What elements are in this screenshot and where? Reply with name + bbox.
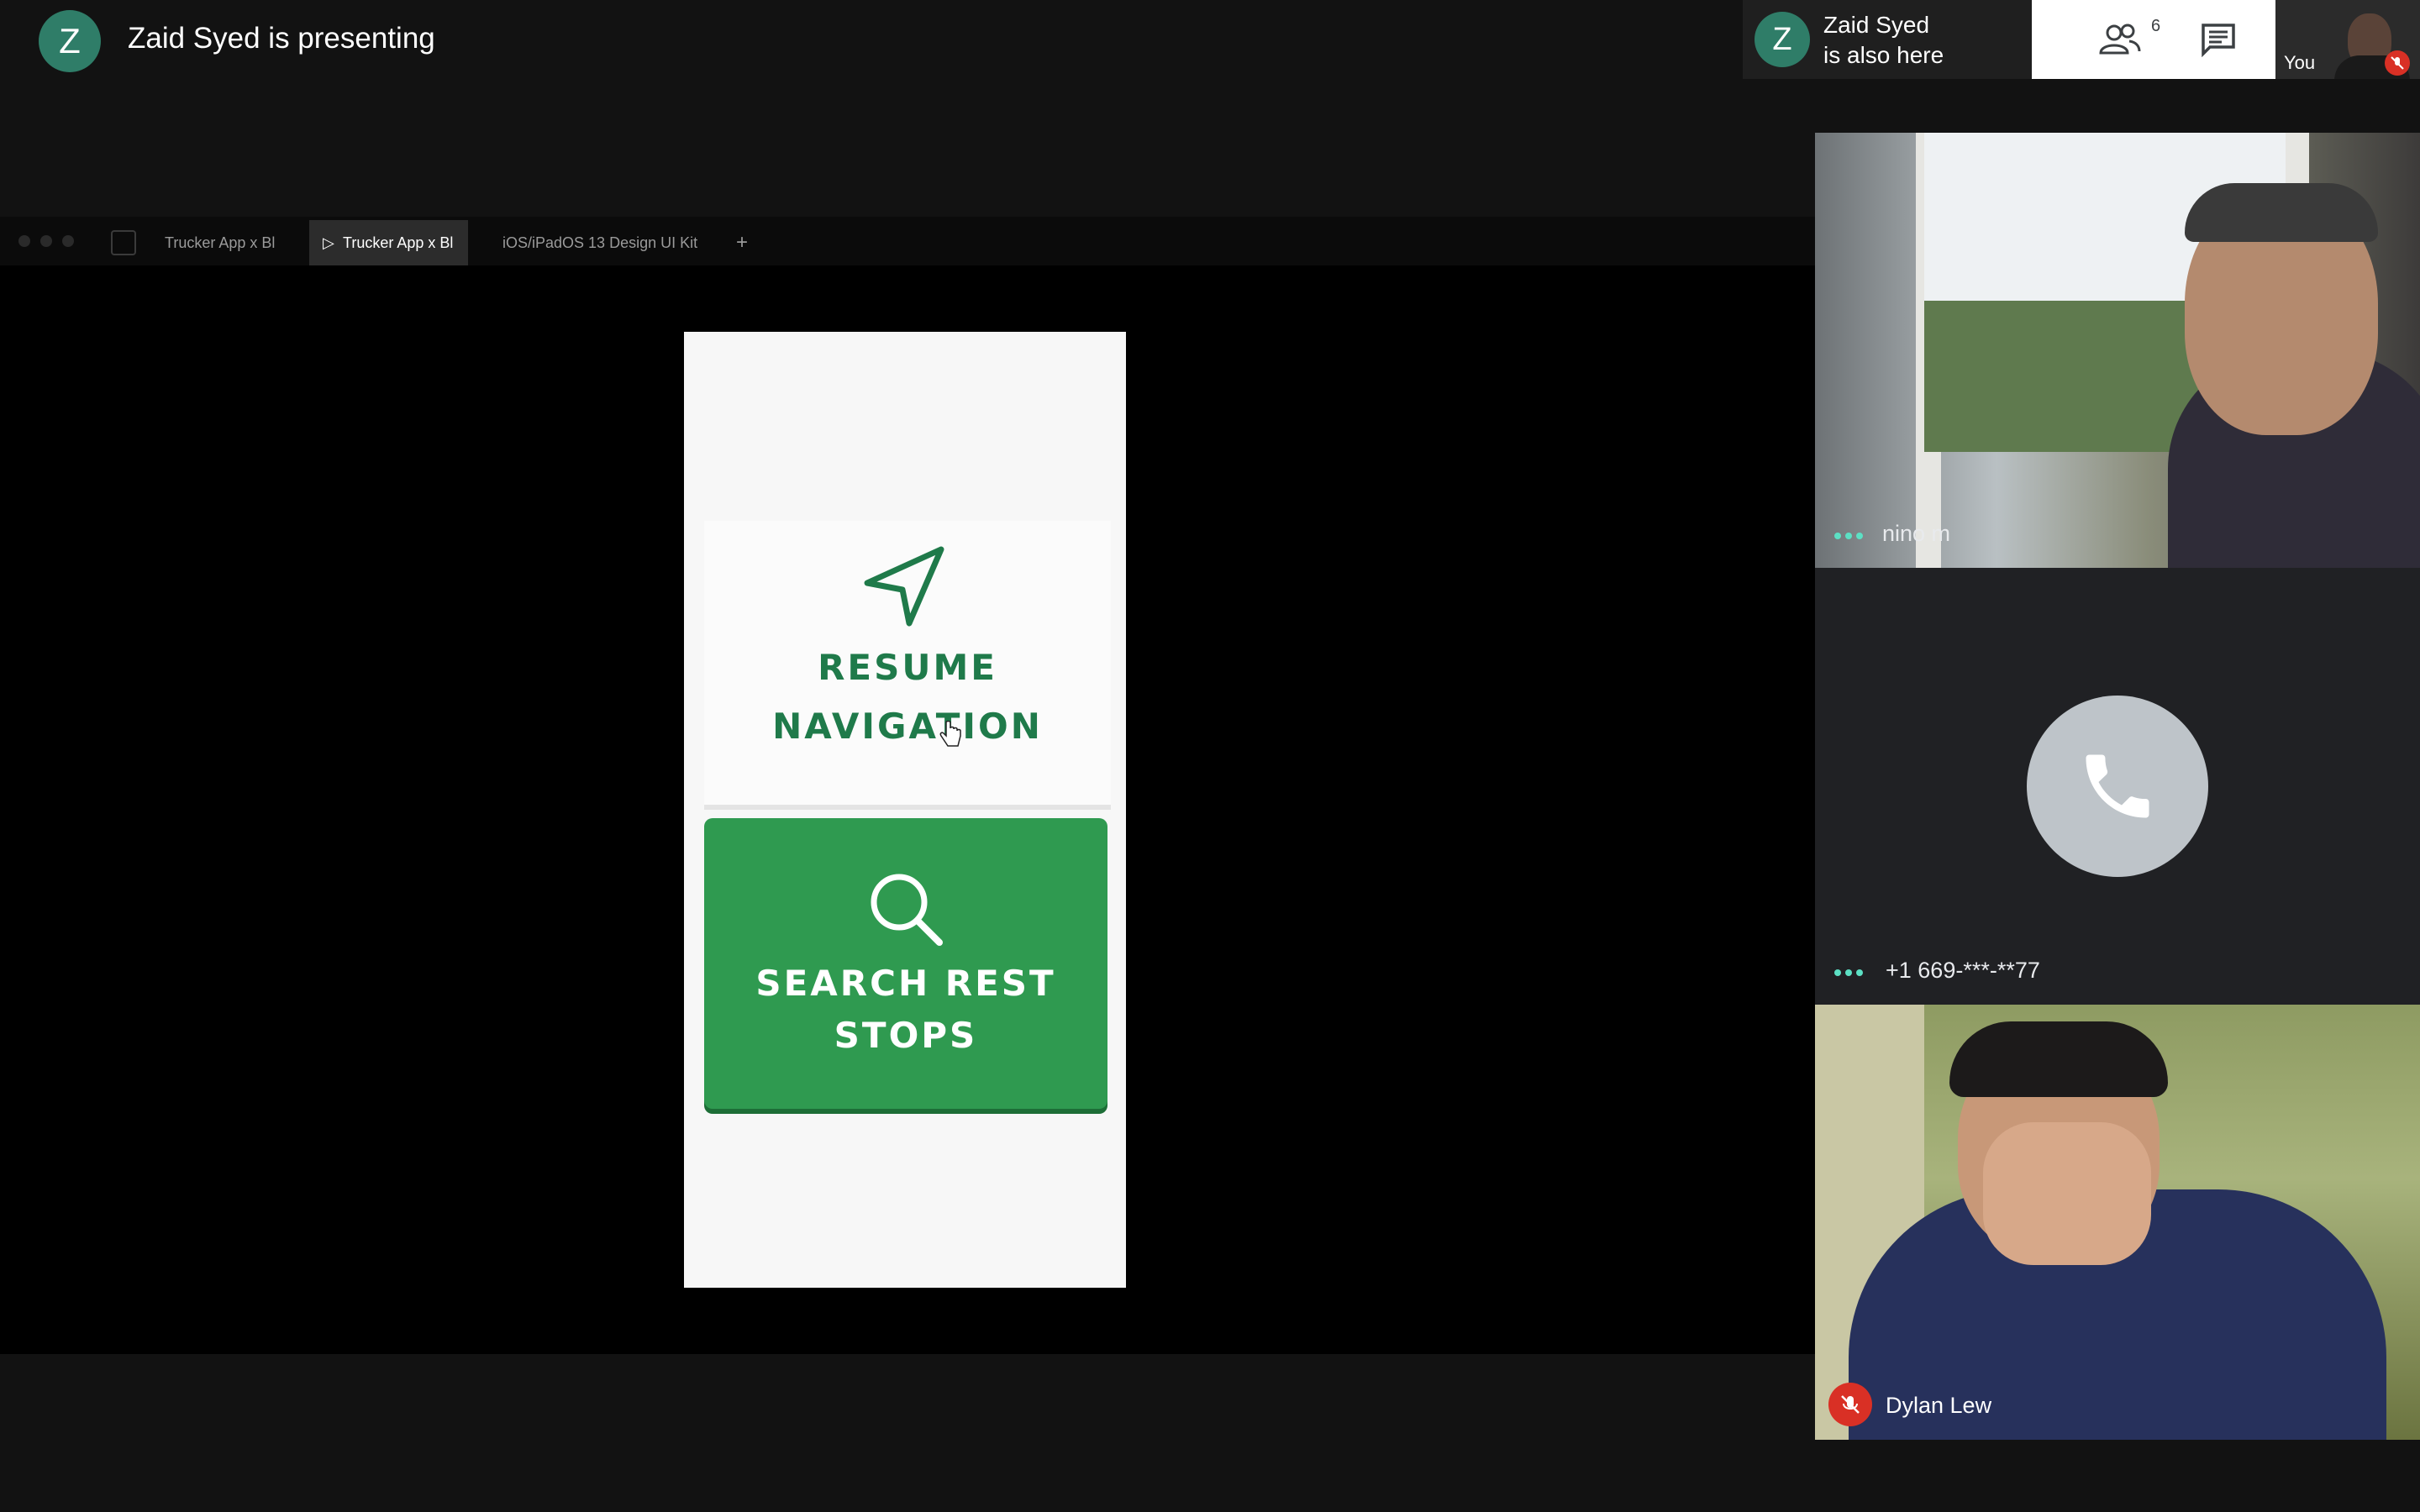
participant-phone-number: +1 669-***-**77 — [1886, 958, 2040, 983]
participant-name-dylan: Dylan Lew — [1886, 1393, 1992, 1418]
phone-avatar — [2027, 696, 2208, 877]
participant-hand — [1983, 1122, 2151, 1265]
tab-trucker-app-2[interactable]: ▷ Trucker App x Bl — [309, 220, 469, 265]
phone-icon — [2086, 754, 2149, 818]
tab-trucker-app-1[interactable]: Trucker App x Bl — [150, 220, 290, 265]
search-label-line2: STOPS — [834, 1015, 978, 1056]
dylan-mic-off-icon — [1828, 1383, 1872, 1426]
resume-label-line2: NAVIGATION — [772, 706, 1043, 747]
window-minimize-dot[interactable] — [40, 235, 52, 247]
participant-tile-nino[interactable] — [1815, 133, 2420, 568]
participant-hair — [1949, 1021, 2168, 1097]
also-here-text: Zaid Syed is also here — [1823, 10, 1944, 71]
people-icon — [2099, 24, 2141, 55]
people-count-badge: 6 — [2151, 17, 2161, 35]
search-icon — [871, 874, 943, 946]
prototype-phone-frame — [684, 332, 1126, 1288]
figma-logo-icon[interactable] — [111, 230, 136, 255]
chat-icon — [2202, 24, 2235, 57]
tab-trucker-app-2-label: Trucker App x Bl — [343, 234, 454, 251]
play-icon: ▷ — [323, 234, 334, 251]
also-here-caption: is also here — [1823, 42, 1944, 68]
self-mic-off-icon — [2385, 50, 2410, 76]
also-here-name: Zaid Syed — [1823, 12, 1930, 38]
window-close-dot[interactable] — [18, 235, 30, 247]
navigation-arrow-icon — [864, 546, 944, 627]
resume-navigation-label: RESUME NAVIGATION — [704, 638, 1111, 756]
chat-button[interactable] — [2185, 13, 2252, 66]
resume-label-line1: RESUME — [818, 647, 997, 688]
new-tab-button[interactable]: + — [721, 220, 763, 265]
search-label-line1: SEARCH REST — [755, 963, 1056, 1004]
self-view-label: You — [2284, 52, 2316, 73]
participant-tile-dylan[interactable] — [1815, 1005, 2420, 1440]
participant-hair — [2185, 183, 2378, 242]
nino-speaking-indicator — [1833, 529, 1864, 544]
participant-name-nino: nino m — [1882, 521, 1951, 546]
phone-speaking-indicator — [1833, 966, 1864, 981]
presenter-status: Zaid Syed is presenting — [128, 22, 435, 55]
presenter-avatar: Z — [39, 10, 101, 72]
window-zoom-dot[interactable] — [62, 235, 74, 247]
hand-cursor-icon — [939, 721, 961, 747]
also-here-avatar: Z — [1754, 12, 1810, 67]
tab-ios-design-kit[interactable]: iOS/iPadOS 13 Design UI Kit — [487, 220, 713, 265]
search-rest-stops-label: SEARCH REST STOPS — [704, 958, 1107, 1062]
